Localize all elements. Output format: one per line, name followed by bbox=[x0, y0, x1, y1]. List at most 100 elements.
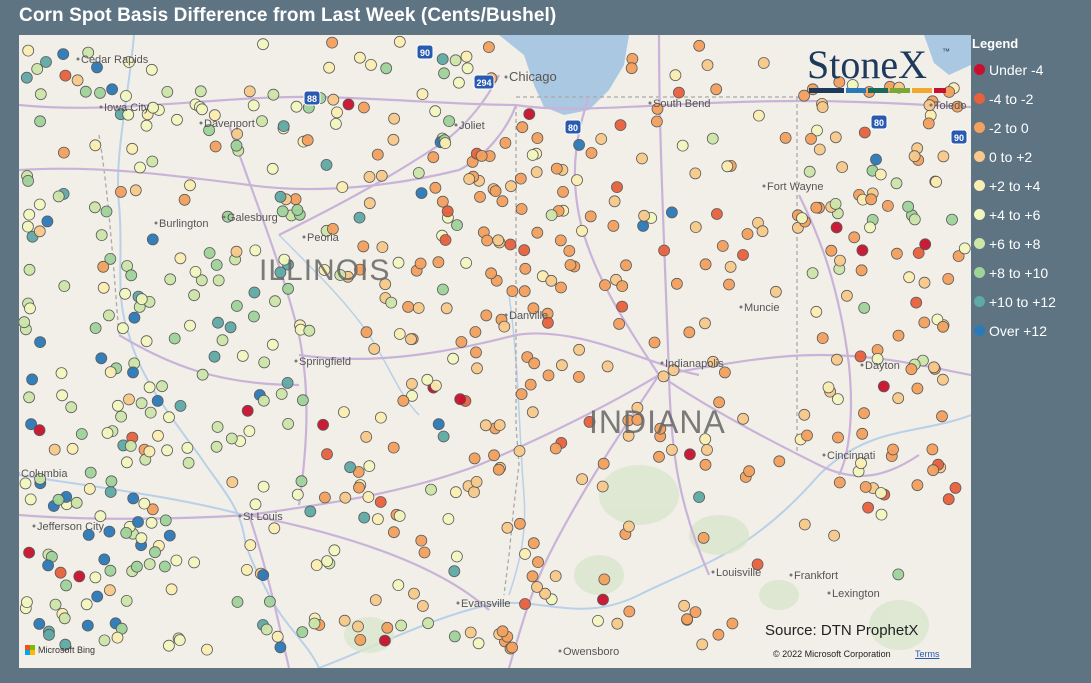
basis-point[interactable] bbox=[638, 209, 650, 222]
basis-point[interactable] bbox=[188, 289, 201, 302]
basis-point[interactable] bbox=[470, 475, 483, 488]
basis-point[interactable] bbox=[247, 310, 260, 323]
basis-point[interactable] bbox=[415, 534, 428, 547]
basis-point[interactable] bbox=[33, 225, 46, 238]
basis-point[interactable] bbox=[210, 259, 223, 271]
basis-point[interactable] bbox=[236, 349, 249, 362]
basis-point[interactable] bbox=[651, 115, 663, 128]
basis-point[interactable] bbox=[684, 448, 696, 461]
basis-point[interactable] bbox=[249, 498, 262, 511]
basis-point[interactable] bbox=[140, 119, 153, 132]
basis-point[interactable] bbox=[432, 256, 445, 269]
basis-point[interactable] bbox=[352, 620, 364, 633]
basis-point[interactable] bbox=[726, 617, 739, 630]
basis-point[interactable] bbox=[425, 483, 437, 496]
basis-point[interactable] bbox=[100, 205, 113, 218]
basis-point[interactable] bbox=[689, 221, 702, 234]
basis-point[interactable] bbox=[526, 570, 539, 583]
basis-point[interactable] bbox=[103, 525, 116, 538]
basis-point[interactable] bbox=[532, 556, 544, 568]
basis-point[interactable] bbox=[460, 50, 473, 63]
basis-point[interactable] bbox=[196, 368, 209, 381]
basis-point[interactable] bbox=[937, 320, 949, 333]
basis-point[interactable] bbox=[58, 612, 71, 625]
basis-point[interactable] bbox=[146, 233, 159, 246]
basis-point[interactable] bbox=[625, 62, 638, 75]
basis-point[interactable] bbox=[414, 257, 427, 270]
basis-point[interactable] bbox=[882, 199, 894, 212]
basis-point[interactable] bbox=[338, 614, 351, 627]
basis-point[interactable] bbox=[592, 615, 604, 627]
basis-point[interactable] bbox=[19, 316, 31, 329]
basis-point[interactable] bbox=[104, 486, 117, 498]
basis-point[interactable] bbox=[55, 367, 68, 380]
basis-point[interactable] bbox=[48, 443, 61, 456]
basis-point[interactable] bbox=[699, 317, 711, 330]
basis-point[interactable] bbox=[504, 238, 517, 251]
basis-point[interactable] bbox=[143, 445, 156, 458]
basis-point[interactable] bbox=[836, 161, 848, 174]
basis-point[interactable] bbox=[865, 193, 877, 206]
basis-point[interactable] bbox=[447, 352, 460, 365]
basis-point[interactable] bbox=[344, 461, 357, 474]
basis-point[interactable] bbox=[666, 443, 678, 456]
legend-item[interactable]: +4 to +6 bbox=[971, 200, 1091, 229]
basis-point[interactable] bbox=[514, 172, 527, 185]
basis-point[interactable] bbox=[257, 394, 270, 407]
basis-point[interactable] bbox=[830, 221, 843, 234]
basis-point[interactable] bbox=[120, 595, 133, 607]
basis-point[interactable] bbox=[376, 241, 389, 254]
basis-point[interactable] bbox=[224, 321, 237, 334]
basis-point[interactable] bbox=[83, 482, 96, 495]
basis-point[interactable] bbox=[20, 71, 33, 84]
basis-point[interactable] bbox=[174, 399, 187, 412]
basis-point[interactable] bbox=[378, 634, 391, 647]
basis-point[interactable] bbox=[657, 370, 670, 383]
basis-point[interactable] bbox=[371, 148, 384, 161]
basis-point[interactable] bbox=[22, 44, 35, 57]
basis-point[interactable] bbox=[156, 380, 168, 393]
basis-point[interactable] bbox=[267, 88, 280, 101]
basis-point[interactable] bbox=[864, 221, 876, 234]
basis-point[interactable] bbox=[84, 466, 97, 479]
basis-point[interactable] bbox=[493, 419, 506, 432]
basis-point[interactable] bbox=[468, 452, 481, 465]
basis-point[interactable] bbox=[918, 276, 931, 289]
basis-point[interactable] bbox=[75, 428, 88, 440]
basis-point[interactable] bbox=[926, 443, 939, 456]
basis-point[interactable] bbox=[526, 406, 539, 419]
basis-point[interactable] bbox=[80, 598, 93, 611]
basis-point[interactable] bbox=[387, 526, 400, 539]
basis-point[interactable] bbox=[58, 146, 70, 159]
basis-point[interactable] bbox=[89, 201, 101, 214]
basis-point[interactable] bbox=[216, 334, 229, 347]
basis-point[interactable] bbox=[689, 167, 702, 180]
basis-point[interactable] bbox=[648, 336, 661, 349]
basis-point[interactable] bbox=[244, 539, 257, 552]
basis-point[interactable] bbox=[429, 181, 442, 194]
basis-point[interactable] bbox=[23, 263, 36, 276]
basis-point[interactable] bbox=[317, 418, 330, 431]
basis-point[interactable] bbox=[669, 69, 682, 82]
basis-point[interactable] bbox=[556, 359, 568, 372]
basis-point[interactable] bbox=[455, 336, 468, 348]
basis-point[interactable] bbox=[658, 244, 670, 257]
basis-point[interactable] bbox=[117, 322, 129, 335]
basis-point[interactable] bbox=[912, 247, 925, 259]
basis-point[interactable] bbox=[958, 242, 971, 255]
basis-point[interactable] bbox=[908, 213, 921, 226]
basis-point[interactable] bbox=[506, 641, 519, 654]
basis-point[interactable] bbox=[115, 185, 127, 198]
basis-point[interactable] bbox=[363, 197, 376, 210]
basis-point[interactable] bbox=[97, 260, 110, 273]
basis-point[interactable] bbox=[59, 69, 72, 82]
basis-point[interactable] bbox=[374, 411, 387, 424]
basis-point[interactable] bbox=[295, 475, 308, 488]
basis-point[interactable] bbox=[855, 264, 868, 277]
basis-point[interactable] bbox=[464, 626, 477, 639]
basis-point[interactable] bbox=[623, 605, 636, 618]
basis-point[interactable] bbox=[368, 342, 381, 355]
basis-point[interactable] bbox=[209, 140, 222, 153]
basis-point[interactable] bbox=[21, 596, 33, 608]
basis-point[interactable] bbox=[52, 190, 65, 203]
